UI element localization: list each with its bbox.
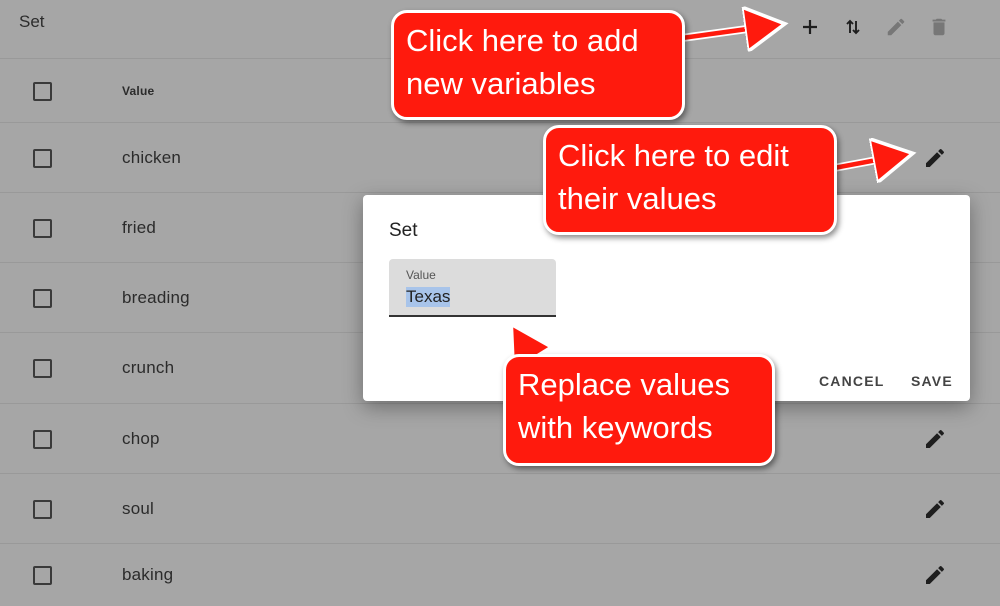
pencil-icon: [926, 429, 945, 448]
plus-icon: [803, 20, 817, 34]
swap-vertical-icon: [846, 19, 860, 35]
table-row: chicken: [0, 122, 1000, 193]
pencil-icon: [926, 499, 945, 518]
row-value: crunch: [122, 358, 175, 377]
callout-add-variables: Click here to add new variables: [391, 10, 685, 120]
dialog-title: Set: [389, 220, 418, 241]
row-checkbox[interactable]: [33, 359, 52, 378]
row-value: baking: [122, 565, 174, 584]
callout-add-line1: Click here to add: [406, 23, 639, 58]
row-checkbox[interactable]: [33, 219, 52, 238]
value-input[interactable]: [404, 286, 548, 308]
table-row: chop: [0, 403, 1000, 474]
pencil-icon: [926, 565, 945, 584]
pencil-icon: [926, 148, 945, 167]
value-field: Value: [389, 259, 556, 317]
row-checkbox[interactable]: [33, 430, 52, 449]
row-value: chicken: [122, 148, 182, 167]
callout-replace-line2: with keywords: [518, 410, 713, 445]
callout-replace-values: Replace values with keywords: [503, 354, 775, 466]
row-edit-button[interactable]: [923, 146, 947, 170]
column-header-value: Value: [122, 84, 155, 98]
row-checkbox[interactable]: [33, 289, 52, 308]
trash-icon: [932, 18, 946, 36]
callout-edit-line1: Click here to edit: [558, 138, 789, 173]
row-value: chop: [122, 429, 160, 448]
table-row: soul: [0, 473, 1000, 544]
callout-edit-line2: their values: [558, 181, 717, 216]
row-value: breading: [122, 288, 190, 307]
row-checkbox[interactable]: [33, 149, 52, 168]
row-edit-button[interactable]: [923, 497, 947, 521]
row-edit-button[interactable]: [923, 427, 947, 451]
pencil-icon: [887, 18, 905, 36]
cancel-button[interactable]: CANCEL: [819, 373, 885, 389]
sort-button[interactable]: [840, 14, 866, 40]
row-value: soul: [122, 499, 154, 518]
page-title: Set: [19, 12, 45, 31]
row-checkbox[interactable]: [33, 566, 52, 585]
callout-edit-values: Click here to edit their values: [543, 125, 837, 235]
edit-selected-button[interactable]: [883, 14, 909, 40]
add-button[interactable]: [797, 14, 823, 40]
row-checkbox[interactable]: [33, 500, 52, 519]
callout-add-line2: new variables: [406, 66, 596, 101]
table-row: baking: [0, 543, 1000, 606]
save-button[interactable]: SAVE: [911, 373, 953, 389]
select-all-checkbox[interactable]: [33, 82, 52, 101]
row-value: fried: [122, 218, 157, 237]
value-field-label: Value: [406, 268, 436, 282]
delete-button[interactable]: [926, 14, 952, 40]
callout-replace-line1: Replace values: [518, 367, 730, 402]
row-edit-button[interactable]: [923, 563, 947, 587]
